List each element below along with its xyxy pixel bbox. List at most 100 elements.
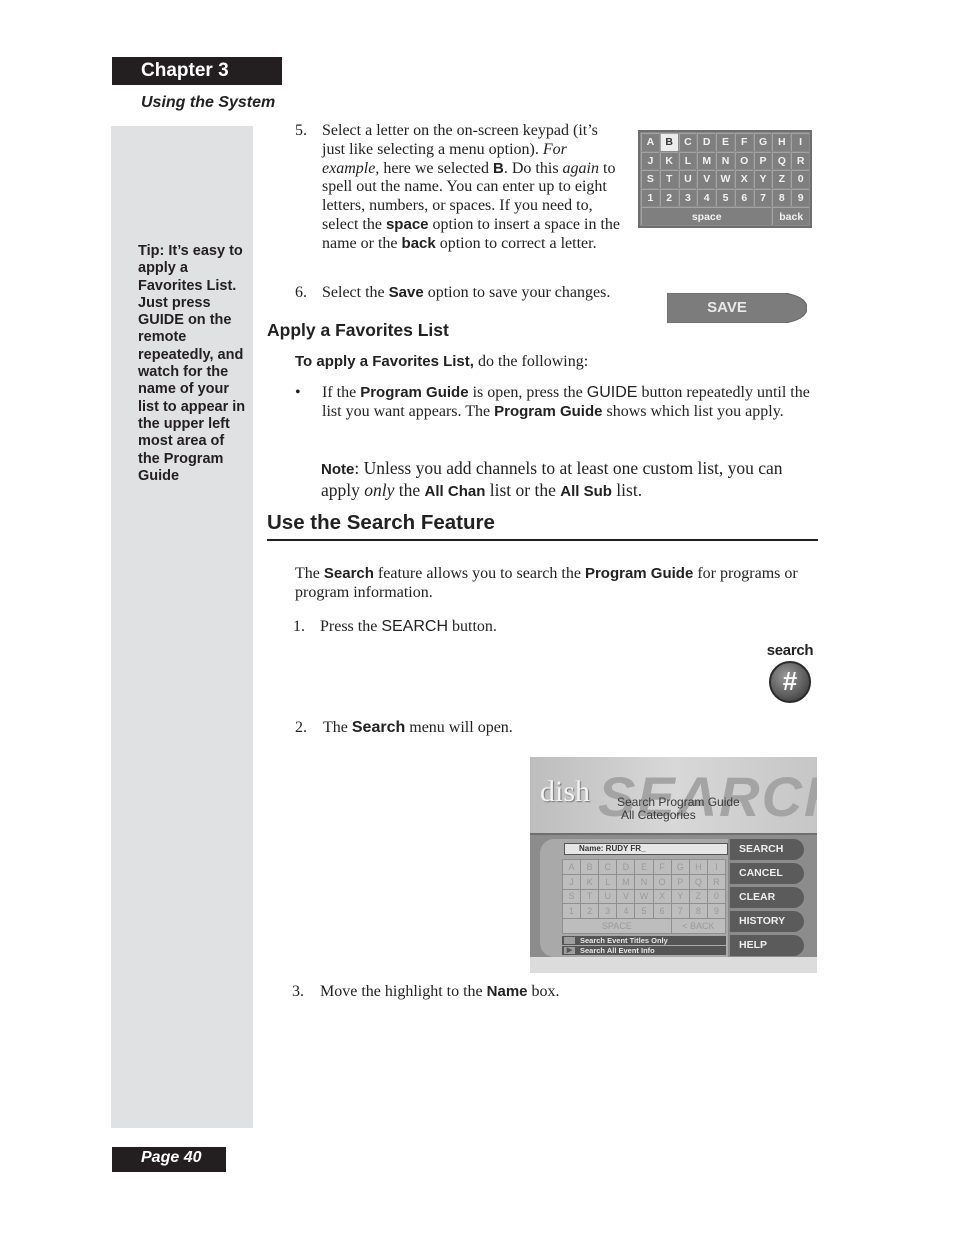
search-keypad-panel: Name: RUDY FR_ ABCDEFGHI JKLMNOPQR STUVWXY…: [540, 839, 728, 957]
search-keypad-key: M: [617, 874, 635, 889]
name-field: Name: RUDY FR_: [564, 843, 728, 855]
keypad-key: C: [678, 133, 697, 151]
keypad-key: 6: [734, 188, 753, 207]
search-menu-footer: [530, 957, 817, 973]
search-option: Search Event Titles Only: [562, 936, 726, 945]
search-step-1: Press the SEARCH button.: [320, 618, 497, 635]
search-menu-header: SEARCH dish Search Program Guide All Cat…: [530, 757, 817, 833]
keypad-key: T: [659, 170, 678, 188]
search-keypad: A B C D E F G H I J K L M N O P Q R S T U V W X Y Z 0 1 2 3 4 5 6 7 8 9 SPAC…: [562, 859, 726, 934]
chapter-label: Chapter 3: [112, 57, 282, 85]
search-keypad-key: O: [653, 874, 671, 889]
search-keypad-key: R: [707, 874, 725, 889]
search-keypad-key: Y: [671, 889, 689, 904]
search-keypad-key: N: [635, 874, 653, 889]
keypad-key: V: [697, 170, 716, 188]
search-menu-body: Name: RUDY FR_ ABCDEFGHI JKLMNOPQR STUVWXY…: [530, 833, 817, 957]
step-number: 1.: [293, 618, 305, 635]
search-keypad-key: H: [689, 860, 707, 874]
search-keypad-key: Q: [689, 874, 707, 889]
menu-help: HELP: [730, 935, 804, 956]
step-number: 2.: [295, 719, 307, 736]
keypad-key: R: [791, 151, 809, 170]
search-keypad-key: X: [653, 889, 671, 904]
keypad-key: S: [641, 170, 659, 188]
search-space-key: SPACE: [563, 919, 671, 933]
save-button-label: SAVE: [707, 299, 747, 316]
search-keypad-key: 9: [707, 904, 725, 919]
search-keypad-key: J: [563, 874, 581, 889]
keypad-key: 5: [716, 188, 734, 207]
keypad-key: 3: [678, 188, 697, 207]
keypad-key: D: [697, 133, 716, 151]
keypad-key: F: [734, 133, 753, 151]
page-number: Page 40: [112, 1147, 226, 1172]
search-keypad-key: W: [635, 889, 653, 904]
play-arrow-icon: ▶: [564, 947, 575, 954]
search-option-selected: ▶ Search All Event Info: [562, 946, 726, 955]
search-keypad-key: C: [599, 860, 617, 874]
keypad-key: O: [734, 151, 753, 170]
keypad-key: P: [753, 151, 772, 170]
search-keypad-key: 0: [707, 889, 725, 904]
keypad-key: G: [753, 133, 772, 151]
keypad-key: N: [716, 151, 734, 170]
keypad-key: 2: [659, 188, 678, 207]
menu-search: SEARCH: [730, 839, 804, 860]
hash-icon: #: [769, 661, 811, 703]
keypad-key: M: [697, 151, 716, 170]
keypad-key: 0: [791, 170, 809, 188]
search-keypad-key: 6: [653, 904, 671, 919]
favorites-intro: To apply a Favorites List, do the follow…: [295, 353, 589, 370]
search-side-menu: SEARCH CANCEL CLEAR HISTORY HELP: [730, 839, 817, 959]
search-keypad-key: V: [617, 889, 635, 904]
search-keypad-key: P: [671, 874, 689, 889]
bullet: •: [295, 384, 301, 401]
search-keypad-key: E: [635, 860, 653, 874]
keypad-key: I: [791, 133, 809, 151]
dish-logo: dish: [540, 775, 591, 808]
search-keypad-key: F: [653, 860, 671, 874]
search-intro: The Search feature allows you to search …: [295, 565, 798, 601]
save-button: SAVE: [667, 293, 807, 323]
keypad-key: K: [659, 151, 678, 170]
keypad-key: 9: [791, 188, 809, 207]
favorites-note: Note: Unless you add channels to at leas…: [321, 458, 783, 500]
keypad-key: H: [772, 133, 791, 151]
keypad-key: 7: [753, 188, 772, 207]
search-keypad-key: 8: [689, 904, 707, 919]
search-keypad-key: 4: [617, 904, 635, 919]
search-keypad-key: A: [563, 860, 581, 874]
menu-clear: CLEAR: [730, 887, 804, 908]
search-menu-screenshot: SEARCH dish Search Program Guide All Cat…: [530, 757, 817, 973]
step-5-text: Select a letter on the on-screen keypad …: [322, 122, 621, 252]
keypad-key: 1: [641, 188, 659, 207]
search-keypad-key: Z: [689, 889, 707, 904]
search-keypad-key: 7: [671, 904, 689, 919]
keypad-key: Y: [753, 170, 772, 188]
menu-history: HISTORY: [730, 911, 804, 932]
menu-cancel: CANCEL: [730, 863, 804, 884]
favorites-bullet-text: If the Program Guide is open, press the …: [322, 384, 810, 420]
search-keypad-key: 2: [581, 904, 599, 919]
keypad-key: U: [678, 170, 697, 188]
section-title: Using the System: [141, 94, 276, 111]
search-keypad-key: I: [707, 860, 725, 874]
keypad-back-key: back: [772, 207, 809, 225]
search-keypad-key: U: [599, 889, 617, 904]
keypad-key: Z: [772, 170, 791, 188]
option-checkbox: [564, 937, 575, 944]
keypad-key: B: [659, 133, 678, 151]
search-step-3: Move the highlight to the Name box.: [320, 983, 560, 1000]
search-menu-title: Search Program Guide: [617, 795, 740, 809]
keypad-key: L: [678, 151, 697, 170]
search-keypad-key: 5: [635, 904, 653, 919]
search-menu-subtitle: All Categories: [621, 808, 696, 822]
search-keypad-key: 3: [599, 904, 617, 919]
keypad-key: W: [716, 170, 734, 188]
keypad-key: 4: [697, 188, 716, 207]
search-heading: Use the Search Feature: [267, 511, 495, 534]
step-6-text: Select the Save option to save your chan…: [322, 284, 611, 301]
remote-search-label: search: [766, 642, 814, 659]
keypad-key: E: [716, 133, 734, 151]
